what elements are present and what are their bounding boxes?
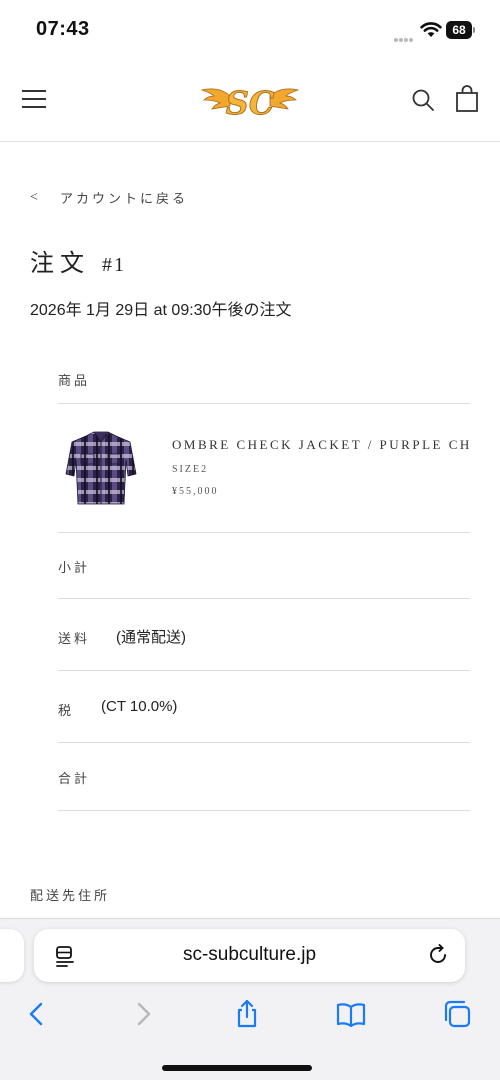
bag-icon[interactable] [455, 85, 479, 113]
share-icon[interactable] [232, 999, 262, 1029]
tax-rate: (CT 10.0%) [101, 698, 178, 715]
page-title: 注文 #1 [30, 243, 126, 278]
site-logo[interactable]: SC [200, 78, 300, 122]
cellular-signal-icon [394, 29, 416, 42]
order-title-text: 注文 [30, 251, 90, 277]
search-icon[interactable] [411, 88, 435, 112]
home-indicator [162, 1065, 312, 1071]
product-variant: SIZE2 [172, 464, 209, 475]
product-image[interactable] [64, 430, 138, 506]
browser-toolbar: sc-subculture.jp [0, 918, 500, 1080]
wifi-icon [420, 22, 442, 37]
product-name[interactable]: OMBRE CHECK JACKET / PURPLE CH [172, 437, 470, 453]
subtotal-label: 小計 [58, 560, 91, 575]
product-price: ¥55,000 [172, 486, 219, 497]
forward-icon[interactable] [128, 999, 158, 1029]
back-icon[interactable] [22, 999, 52, 1029]
bookmarks-icon[interactable] [336, 999, 366, 1029]
previous-tab-preview[interactable] [0, 929, 24, 982]
shipping-method: (通常配送) [116, 629, 186, 646]
order-number: #1 [102, 254, 126, 276]
reload-icon[interactable] [427, 944, 449, 966]
shipping-address-header: 配送先住所 [30, 888, 111, 903]
divider [58, 742, 470, 743]
order-date: 2026年 1月 29日 at 09:30午後の注文 [30, 302, 292, 319]
items-header: 商品 [58, 373, 91, 388]
divider [58, 403, 470, 404]
url-text: sc-subculture.jp [182, 944, 317, 965]
address-bar[interactable]: sc-subculture.jp [34, 929, 465, 982]
shipping-label: 送料 [58, 631, 91, 646]
battery-level: 68 [446, 21, 472, 39]
tabs-icon[interactable] [442, 999, 472, 1029]
chevron-left-icon: < [30, 189, 38, 205]
logo-text: SC [226, 84, 275, 122]
divider [58, 810, 470, 811]
menu-icon[interactable] [22, 90, 46, 108]
total-label: 合計 [58, 771, 91, 786]
divider [58, 532, 470, 533]
divider [58, 670, 470, 671]
back-to-account-link[interactable]: < アカウントに戻る [30, 188, 188, 207]
tax-label: 税 [58, 703, 75, 718]
status-time: 07:43 [36, 18, 90, 40]
divider [58, 598, 470, 599]
status-bar: 07:43 68 [0, 0, 500, 60]
site-header: SC [0, 60, 500, 142]
battery-icon: 68 [446, 21, 476, 39]
back-link-label: アカウントに戻る [60, 191, 189, 206]
